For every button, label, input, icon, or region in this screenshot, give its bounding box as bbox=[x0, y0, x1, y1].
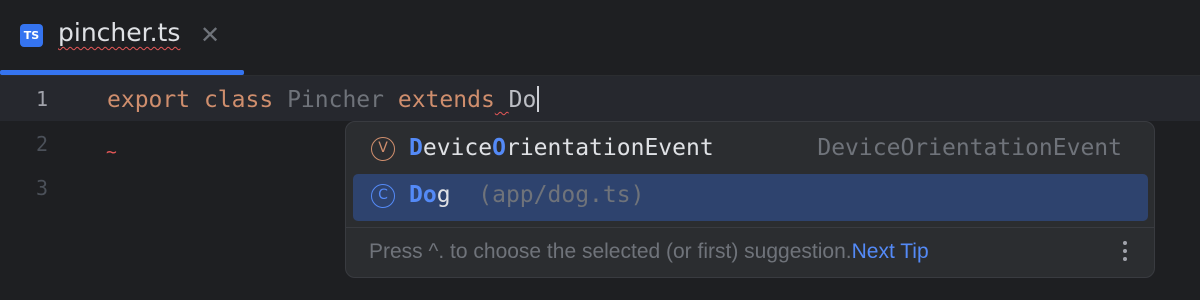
popup-divider bbox=[346, 227, 1154, 228]
code-line-1[interactable]: export class Pincher extends Do bbox=[107, 86, 540, 113]
next-tip-link[interactable]: Next Tip bbox=[852, 240, 929, 263]
completion-item-label: Dog (app/dog.ts) bbox=[409, 182, 645, 208]
error-squiggle bbox=[495, 87, 509, 113]
close-icon[interactable]: ✕ bbox=[200, 21, 220, 49]
variable-icon: V bbox=[371, 137, 395, 161]
keyword-class: class bbox=[203, 87, 274, 113]
line-number: 3 bbox=[35, 176, 49, 200]
typed-identifier: Do bbox=[508, 87, 537, 113]
completion-item[interactable]: V DeviceOrientationEvent DeviceOrientati… bbox=[353, 127, 1148, 174]
more-options-icon[interactable] bbox=[1118, 238, 1132, 266]
tab-filename[interactable]: pincher.ts bbox=[58, 18, 180, 47]
completion-item-location: (app/dog.ts) bbox=[478, 182, 645, 208]
completion-item-selected[interactable]: C Dog (app/dog.ts) bbox=[353, 174, 1148, 221]
footer-hint-text: Press ^. to choose the selected (or firs… bbox=[369, 240, 852, 263]
text-caret bbox=[537, 86, 540, 112]
line-number: 2 bbox=[35, 132, 49, 156]
typescript-file-icon: TS bbox=[20, 24, 43, 47]
line-number: 1 bbox=[35, 87, 49, 111]
tab-bar: TS pincher.ts ✕ bbox=[0, 0, 1200, 76]
error-marker: ~ bbox=[106, 142, 117, 163]
keyword-export: export bbox=[107, 87, 191, 113]
completion-footer: Press ^. to choose the selected (or firs… bbox=[369, 240, 929, 264]
tab-pincher-ts[interactable]: TS pincher.ts ✕ bbox=[0, 0, 244, 75]
keyword-extends: extends bbox=[397, 87, 495, 113]
completion-item-type: DeviceOrientationEvent bbox=[817, 135, 1122, 161]
active-tab-indicator bbox=[0, 70, 244, 75]
completion-popup: V DeviceOrientationEvent DeviceOrientati… bbox=[345, 121, 1155, 278]
completion-item-label: DeviceOrientationEvent bbox=[409, 135, 714, 161]
class-name: Pincher bbox=[287, 87, 384, 113]
class-icon: C bbox=[371, 184, 395, 208]
